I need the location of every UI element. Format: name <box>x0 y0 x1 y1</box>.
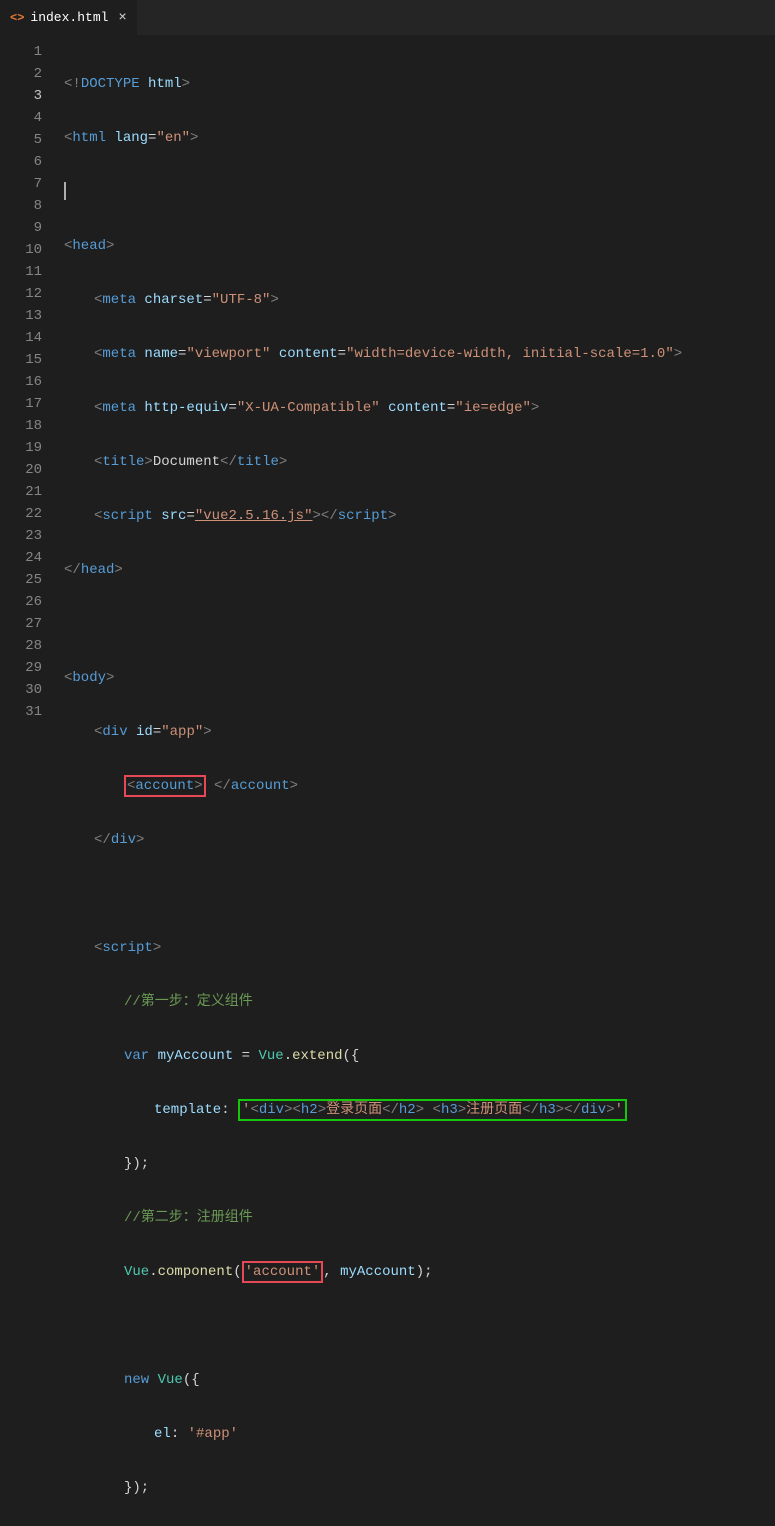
code-line: }); <box>64 1153 775 1175</box>
code-line: <script> <box>64 937 775 959</box>
code-line: <account> </account> <box>64 775 775 797</box>
line-number: 3 <box>0 85 60 107</box>
highlight-green: '<div><h2>登录页面</h2> <h3>注册页面</h3></div>' <box>238 1099 627 1121</box>
code-line: //第一步：定义组件 <box>64 991 775 1013</box>
line-number: 28 <box>0 635 60 657</box>
code-line: <script src="vue2.5.16.js"></script> <box>64 505 775 527</box>
code-editor[interactable]: 1 2 3 4 5 6 7 8 9 10 11 12 13 14 15 16 1… <box>0 35 775 763</box>
code-line: var myAccount = Vue.extend({ <box>64 1045 775 1067</box>
highlight-red: <account> <box>124 775 206 797</box>
code-line <box>64 883 775 905</box>
text-cursor <box>64 182 66 200</box>
line-number: 22 <box>0 503 60 525</box>
tab-index-html[interactable]: <> index.html × <box>0 0 138 35</box>
line-number: 7 <box>0 173 60 195</box>
code-line: <meta name="viewport" content="width=dev… <box>64 343 775 365</box>
code-line: <title>Document</title> <box>64 451 775 473</box>
tab-bar: <> index.html × <box>0 0 775 35</box>
code-line: new Vue({ <box>64 1369 775 1391</box>
line-number: 11 <box>0 261 60 283</box>
line-number: 9 <box>0 217 60 239</box>
code-line: template: '<div><h2>登录页面</h2> <h3>注册页面</… <box>64 1099 775 1121</box>
line-number: 16 <box>0 371 60 393</box>
line-number: 26 <box>0 591 60 613</box>
line-number: 4 <box>0 107 60 129</box>
line-number: 13 <box>0 305 60 327</box>
line-number: 25 <box>0 569 60 591</box>
line-number: 12 <box>0 283 60 305</box>
line-number: 10 <box>0 239 60 261</box>
highlight-red: 'account' <box>242 1261 324 1283</box>
line-number: 5 <box>0 129 60 151</box>
code-line: Vue.component('account', myAccount); <box>64 1261 775 1283</box>
line-number: 30 <box>0 679 60 701</box>
line-number: 6 <box>0 151 60 173</box>
code-line <box>64 1315 775 1337</box>
code-line: <!DOCTYPE html> <box>64 73 775 95</box>
code-line: </head> <box>64 559 775 581</box>
code-line: <meta http-equiv="X-UA-Compatible" conte… <box>64 397 775 419</box>
line-number: 24 <box>0 547 60 569</box>
line-number: 23 <box>0 525 60 547</box>
line-number: 14 <box>0 327 60 349</box>
line-number: 1 <box>0 41 60 63</box>
line-number: 8 <box>0 195 60 217</box>
line-number: 15 <box>0 349 60 371</box>
html-file-icon: <> <box>10 11 24 25</box>
line-number: 18 <box>0 415 60 437</box>
line-number: 31 <box>0 701 60 723</box>
code-line: //第二步：注册组件 <box>64 1207 775 1229</box>
line-number: 2 <box>0 63 60 85</box>
code-content[interactable]: <!DOCTYPE html> <html lang="en"> <head> … <box>60 35 775 763</box>
code-line <box>64 613 775 635</box>
line-number: 21 <box>0 481 60 503</box>
code-line: el: '#app' <box>64 1423 775 1445</box>
code-line: <head> <box>64 235 775 257</box>
line-number-gutter: 1 2 3 4 5 6 7 8 9 10 11 12 13 14 15 16 1… <box>0 35 60 763</box>
code-line: <body> <box>64 667 775 689</box>
line-number: 20 <box>0 459 60 481</box>
line-number: 17 <box>0 393 60 415</box>
code-line: <meta charset="UTF-8"> <box>64 289 775 311</box>
close-icon[interactable]: × <box>118 10 126 26</box>
line-number: 27 <box>0 613 60 635</box>
code-line <box>64 181 775 203</box>
code-line: </div> <box>64 829 775 851</box>
code-line: <html lang="en"> <box>64 127 775 149</box>
tab-label: index.html <box>30 10 108 25</box>
code-line: }); <box>64 1477 775 1499</box>
line-number: 29 <box>0 657 60 679</box>
code-line: <div id="app"> <box>64 721 775 743</box>
line-number: 19 <box>0 437 60 459</box>
